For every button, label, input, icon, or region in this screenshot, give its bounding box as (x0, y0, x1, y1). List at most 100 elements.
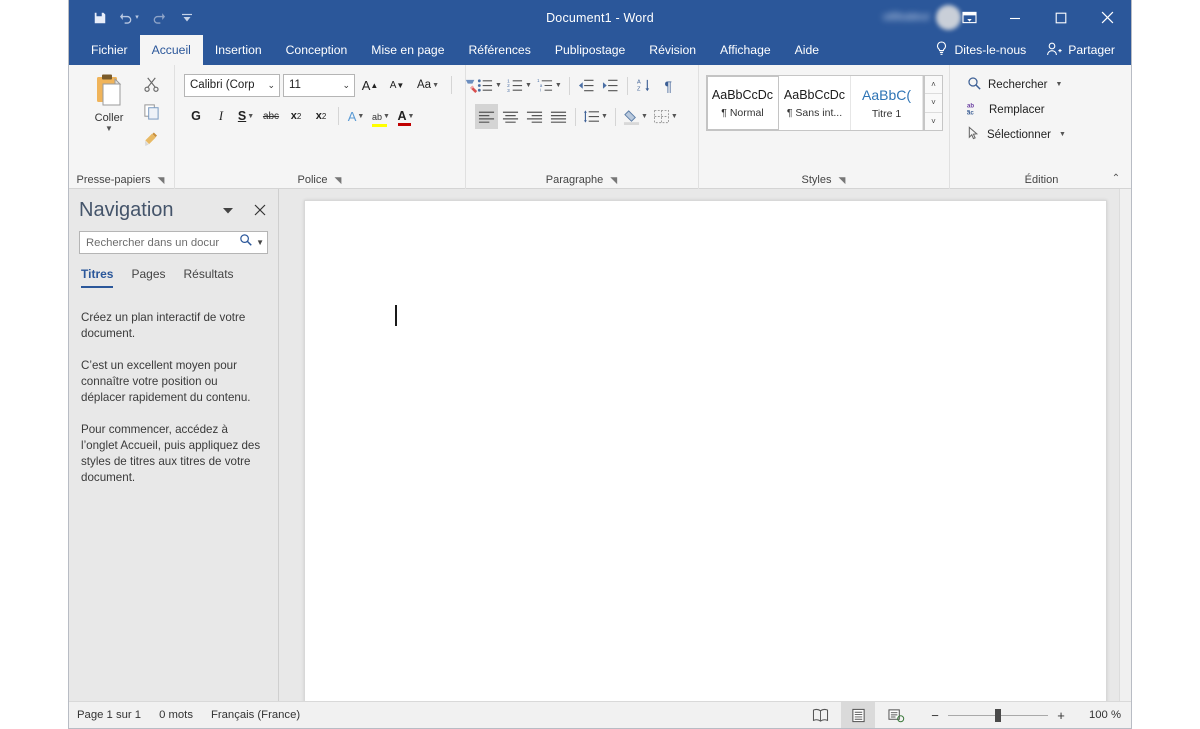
find-button[interactable]: Rechercher ▼ (963, 73, 1070, 96)
numbering-button[interactable]: 123 ▼ (505, 73, 534, 98)
tab-conception[interactable]: Conception (274, 35, 360, 65)
shrink-font-label: A (389, 79, 397, 91)
tab-revision[interactable]: Révision (637, 35, 708, 65)
tab-accueil[interactable]: Accueil (139, 35, 203, 65)
zoom-in-button[interactable]: + (1055, 708, 1067, 723)
nav-help-paragraph: Créez un plan interactif de votre docume… (81, 311, 246, 340)
chevron-down-icon[interactable]: ▼ (105, 125, 113, 133)
collapse-ribbon-button[interactable]: ⌃ (1107, 170, 1125, 186)
align-center-button[interactable] (499, 104, 522, 129)
format-painter-icon[interactable] (139, 127, 163, 149)
font-size-combo[interactable]: 11 ⌄ (283, 73, 355, 97)
chevron-down-icon[interactable]: ▼ (1055, 81, 1062, 88)
tab-insertion[interactable]: Insertion (203, 35, 274, 65)
style-item-sans-interligne[interactable]: AaBbCcDc ¶ Sans int... (779, 76, 851, 130)
align-right-button[interactable] (523, 104, 546, 129)
shading-button[interactable]: ▼ (621, 104, 650, 129)
underline-button[interactable]: S ▼ (234, 104, 258, 128)
zoom-level[interactable]: 100 % (1079, 709, 1121, 721)
font-dialog-launcher-icon[interactable]: ◥ (332, 175, 343, 186)
grow-font-button[interactable]: A ▲ (358, 73, 382, 97)
paste-button[interactable]: Coller ▼ (83, 73, 135, 133)
font-color-button[interactable]: A ▼ (394, 104, 418, 128)
document-page[interactable] (304, 200, 1107, 701)
nav-tab-pages[interactable]: Pages (131, 267, 165, 288)
styles-more-button[interactable]: ˅ (925, 113, 942, 130)
text-effects-button[interactable]: A ▼ (344, 104, 368, 128)
tab-fichier[interactable]: Fichier (79, 35, 140, 65)
bullets-button[interactable]: ▼ (475, 73, 504, 98)
read-mode-icon[interactable] (803, 702, 837, 728)
account-area[interactable]: utilisateur (851, 3, 961, 31)
close-button[interactable] (1084, 0, 1131, 35)
close-icon[interactable] (250, 200, 270, 220)
page-indicator[interactable]: Page 1 sur 1 (77, 709, 141, 721)
decrease-indent-button[interactable] (575, 73, 598, 98)
editing-group-label: Édition (951, 174, 1131, 186)
style-item-titre-1[interactable]: AaBbC( Titre 1 (851, 76, 923, 130)
tab-references[interactable]: Références (456, 35, 542, 65)
highlight-button[interactable]: ab ▼ (369, 104, 393, 128)
navigation-options-icon[interactable] (218, 200, 238, 220)
search-icon[interactable] (239, 233, 253, 252)
vertical-scrollbar[interactable] (1119, 189, 1131, 701)
borders-button[interactable]: ▼ (651, 104, 680, 129)
highlight-label: ab (372, 112, 383, 122)
zoom-slider[interactable] (948, 708, 1048, 722)
bold-button[interactable]: G (184, 104, 208, 128)
tell-me-button[interactable]: Dites-le-nous (927, 35, 1034, 65)
language-indicator[interactable]: Français (France) (211, 709, 300, 721)
style-item-normal[interactable]: AaBbCcDc ¶ Normal (706, 75, 780, 131)
chevron-down-icon[interactable]: ▼ (1059, 131, 1066, 138)
justify-button[interactable] (547, 104, 570, 129)
document-area[interactable] (280, 189, 1119, 701)
strikethrough-button[interactable]: abc (259, 104, 283, 128)
select-button[interactable]: Sélectionner ▼ (963, 123, 1070, 146)
show-formatting-marks-button[interactable]: ¶ (657, 73, 680, 98)
ribbon-display-options-icon[interactable] (946, 0, 992, 35)
svg-text:Z: Z (637, 87, 641, 93)
search-input[interactable] (86, 236, 237, 249)
print-layout-icon[interactable] (841, 702, 875, 728)
multilevel-list-button[interactable]: 1ai ▼ (535, 73, 564, 98)
zoom-out-button[interactable]: − (929, 708, 941, 723)
sort-button[interactable]: AZ (633, 73, 656, 98)
chevron-down-icon[interactable]: ▼ (256, 238, 264, 247)
underline-label: S (237, 109, 247, 123)
font-name-combo[interactable]: Calibri (Corp ⌄ (184, 73, 280, 97)
ribbon: Coller ▼ Presse-papiers ◥ Calibri (Corp … (69, 65, 1131, 189)
copy-icon[interactable] (139, 100, 163, 122)
increase-indent-button[interactable] (599, 73, 622, 98)
shrink-font-button[interactable]: A ▼ (385, 73, 409, 97)
subscript-button[interactable]: x2 (284, 104, 308, 128)
replace-button[interactable]: ab ac Remplacer (963, 98, 1070, 121)
change-case-button[interactable]: Aa ▼ (412, 73, 444, 97)
nav-tab-resultats[interactable]: Résultats (184, 267, 234, 288)
web-layout-icon[interactable] (879, 702, 913, 728)
navigation-search-box[interactable]: ▼ (79, 231, 268, 254)
cut-icon[interactable] (139, 73, 163, 95)
navigation-title: Navigation (79, 198, 174, 221)
word-count[interactable]: 0 mots (159, 709, 193, 721)
superscript-button[interactable]: x2 (309, 104, 333, 128)
text-effects-label: A (347, 108, 357, 124)
nav-tab-titres[interactable]: Titres (81, 267, 114, 288)
share-button[interactable]: Partager (1038, 35, 1119, 65)
styles-scroll-up-button[interactable]: ˄ (925, 76, 942, 95)
paragraph-dialog-launcher-icon[interactable]: ◥ (608, 175, 619, 186)
italic-button[interactable]: I (209, 104, 233, 128)
line-spacing-button[interactable]: ▼ (581, 104, 610, 129)
zoom-slider-thumb[interactable] (995, 708, 1001, 722)
align-left-button[interactable] (475, 104, 498, 129)
clipboard-dialog-launcher-icon[interactable]: ◥ (155, 175, 166, 186)
tab-publipostage[interactable]: Publipostage (543, 35, 637, 65)
superscript-sup: 2 (321, 111, 327, 121)
styles-scroll-down-button[interactable]: ˅ (925, 94, 942, 113)
tab-aide[interactable]: Aide (783, 35, 831, 65)
maximize-button[interactable] (1038, 0, 1084, 35)
tab-mise-en-page[interactable]: Mise en page (359, 35, 456, 65)
styles-dialog-launcher-icon[interactable]: ◥ (836, 175, 847, 186)
status-right: − + 100 % (803, 702, 1131, 728)
tab-affichage[interactable]: Affichage (708, 35, 783, 65)
minimize-button[interactable] (992, 0, 1038, 35)
